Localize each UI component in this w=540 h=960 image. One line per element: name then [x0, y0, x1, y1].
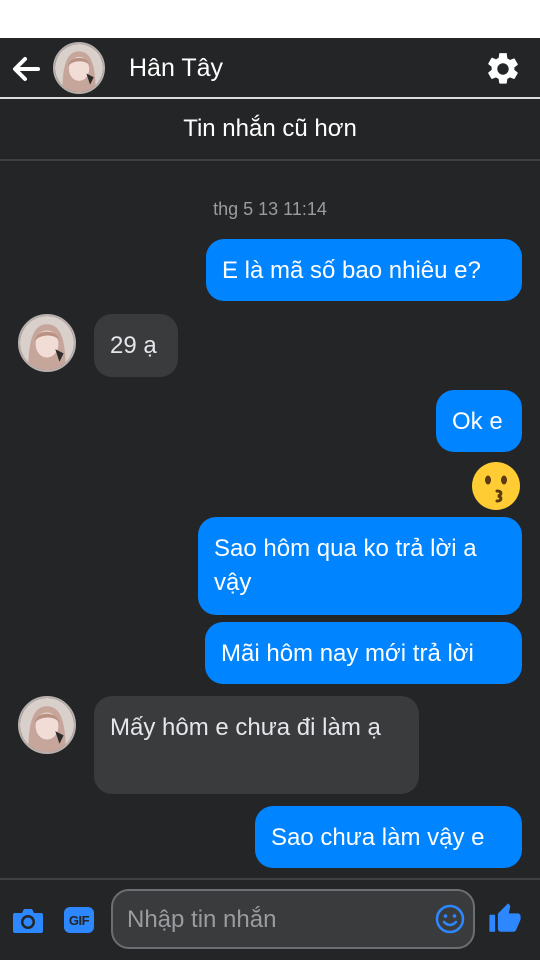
message-composer: GIF	[0, 878, 540, 960]
message-timestamp: thg 5 13 11:14	[213, 199, 327, 219]
avatar[interactable]	[53, 42, 105, 94]
contact-name: Hân Tây	[129, 54, 224, 82]
message-input-container	[111, 889, 475, 949]
message-input[interactable]	[125, 891, 429, 949]
gif-icon[interactable]: GIF	[64, 907, 94, 933]
thumbs-up-icon[interactable]	[488, 902, 522, 936]
message-bubble-outgoing[interactable]: Sao hôm qua ko trả lời a vậy	[198, 517, 522, 615]
older-messages-button[interactable]: Tin nhắn cũ hơn	[0, 99, 540, 161]
gear-icon[interactable]	[484, 50, 522, 88]
message-bubble-outgoing[interactable]: Mãi hôm nay mới trả lời	[205, 622, 522, 684]
avatar[interactable]	[18, 314, 76, 372]
message-bubble-outgoing[interactable]: E là mã số bao nhiêu e?	[206, 239, 522, 301]
status-bar	[0, 0, 540, 38]
message-bubble-outgoing[interactable]: Ok e	[436, 390, 522, 452]
message-bubble-incoming[interactable]: 29 ạ	[94, 314, 178, 377]
kissing-face-emoji[interactable]	[470, 460, 522, 512]
message-bubble-outgoing[interactable]: Sao chưa làm vậy e	[255, 806, 522, 868]
arrow-left-icon[interactable]	[10, 53, 42, 85]
camera-icon[interactable]	[12, 906, 44, 934]
smile-icon[interactable]	[435, 904, 465, 934]
chat-header: Hân Tây	[0, 38, 540, 99]
message-bubble-incoming[interactable]: Mấy hôm e chưa đi làm ạ	[94, 696, 419, 794]
avatar[interactable]	[18, 696, 76, 754]
